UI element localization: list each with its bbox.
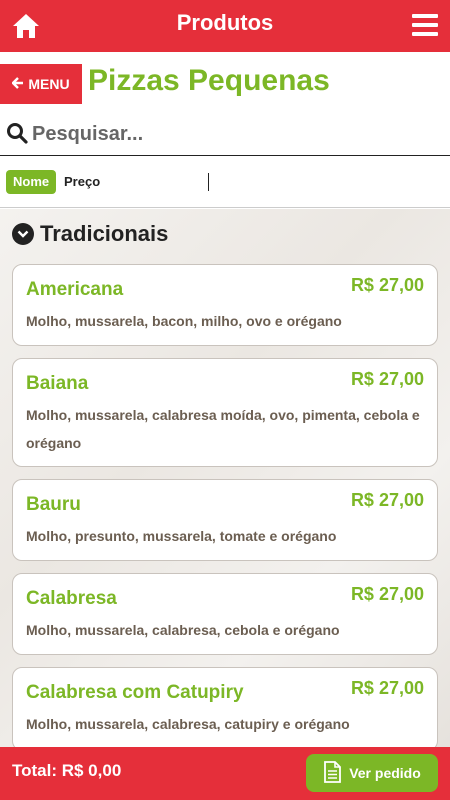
section-label: Tradicionais (40, 221, 169, 246)
bottom-bar: Total: R$ 0,00 Ver pedido (0, 747, 450, 800)
product-price: R$ 27,00 (350, 490, 424, 510)
text-cursor (208, 173, 209, 191)
product-card[interactable]: Americana R$ 27,00 Molho, mussarela, bac… (12, 264, 438, 346)
view-order-button[interactable]: Ver pedido (306, 754, 438, 792)
app-title: Produtos (176, 10, 274, 35)
product-description: Molho, presunto, mussarela, tomate e oré… (26, 528, 337, 544)
chevron-down-icon (12, 223, 34, 245)
document-icon (323, 760, 342, 786)
product-card[interactable]: Calabresa R$ 27,00 Molho, mussarela, cal… (12, 573, 438, 655)
top-app-bar: Produtos (0, 0, 450, 52)
product-description: Molho, mussarela, bacon, milho, ovo e or… (26, 313, 342, 329)
product-name: Bauru (26, 494, 81, 515)
product-description: Molho, mussarela, calabresa moída, ovo, … (26, 407, 420, 451)
search-input[interactable] (32, 118, 432, 150)
sort-option-price[interactable]: Preço (64, 174, 100, 189)
arrow-left-icon (11, 76, 24, 92)
order-total: Total: R$ 0,00 (12, 761, 122, 780)
product-description: Molho, mussarela, calabresa, cebola e or… (26, 622, 340, 638)
product-card[interactable]: Baiana R$ 27,00 Molho, mussarela, calabr… (12, 358, 438, 467)
product-card[interactable]: Calabresa com Catupiry R$ 27,00 Molho, m… (12, 667, 438, 747)
product-description: Molho, mussarela, calabresa, catupiry e … (26, 716, 350, 732)
section-header[interactable]: Tradicionais (12, 221, 168, 247)
product-name: Americana (26, 279, 124, 300)
hamburger-icon[interactable] (412, 14, 438, 36)
menu-button-label: MENU (28, 76, 70, 92)
product-price: R$ 27,00 (350, 678, 424, 698)
sort-option-name[interactable]: Nome (6, 170, 57, 194)
product-list: Tradicionais Americana R$ 27,00 Molho, m… (0, 209, 450, 747)
product-price: R$ 27,00 (350, 584, 424, 604)
view-order-label: Ver pedido (349, 765, 421, 781)
sort-selector: Nome Preço (0, 156, 450, 208)
product-price: R$ 27,00 (350, 369, 424, 389)
product-price: R$ 27,00 (350, 275, 424, 295)
product-name: Baiana (26, 373, 89, 394)
product-name: Calabresa com Catupiry (26, 682, 244, 703)
product-name: Calabresa (26, 588, 117, 609)
search-icon (6, 122, 28, 144)
page-title: Pizzas Pequenas (88, 64, 330, 97)
page-header: MENU Pizzas Pequenas (0, 52, 450, 112)
search-bar (0, 112, 450, 156)
product-card[interactable]: Bauru R$ 27,00 Molho, presunto, mussarel… (12, 479, 438, 561)
menu-back-button[interactable]: MENU (0, 64, 82, 104)
